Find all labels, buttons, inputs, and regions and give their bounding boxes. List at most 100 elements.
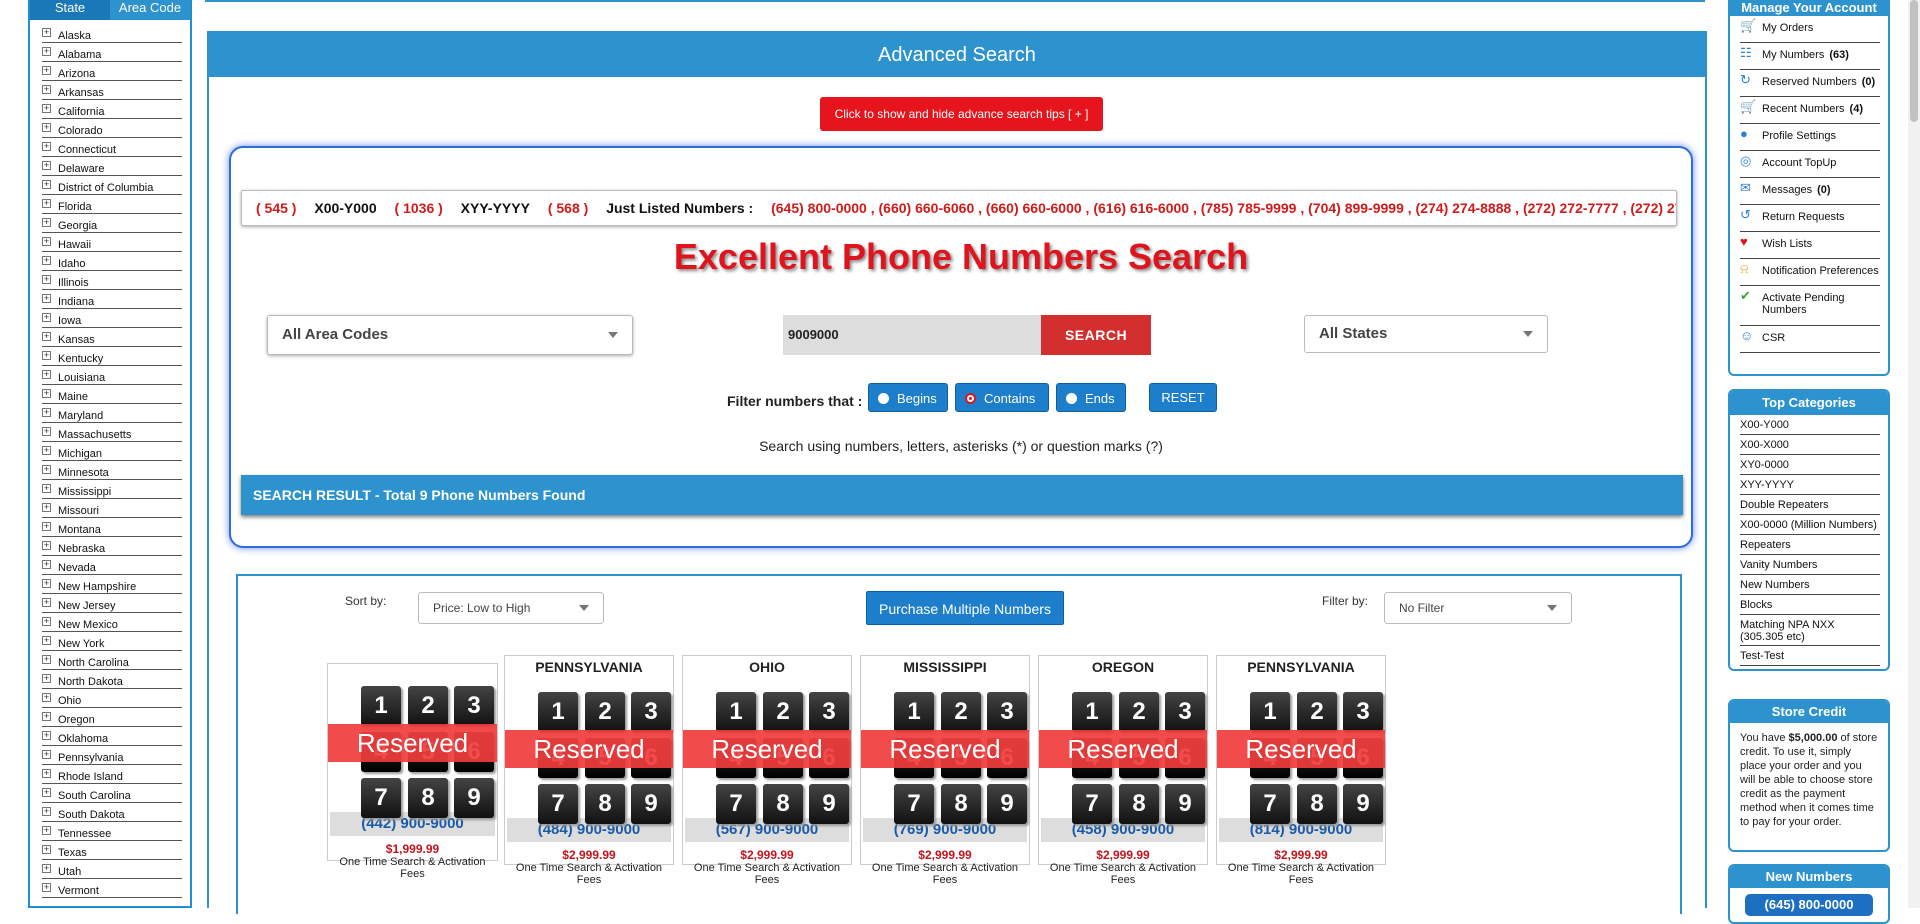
state-item[interactable]: + Mississippi xyxy=(42,480,182,499)
category-item[interactable]: Repeaters xyxy=(1740,535,1880,555)
state-item[interactable]: + Maine xyxy=(42,385,182,404)
expand-plus-icon[interactable]: + xyxy=(42,807,51,816)
state-item[interactable]: + Arizona xyxy=(42,62,182,81)
state-item[interactable]: + North Dakota xyxy=(42,670,182,689)
expand-plus-icon[interactable]: + xyxy=(42,275,51,284)
category-item[interactable]: XY0-0000 xyxy=(1740,455,1880,475)
state-item[interactable]: + Tennessee xyxy=(42,822,182,841)
expand-plus-icon[interactable]: + xyxy=(42,199,51,208)
filter-by-select[interactable]: No Filter xyxy=(1384,592,1572,624)
category-item[interactable]: Blocks xyxy=(1740,595,1880,615)
state-item[interactable]: + District of Columbia xyxy=(42,176,182,195)
expand-plus-icon[interactable]: + xyxy=(42,731,51,740)
account-menu-item[interactable]: ● Profile Settings xyxy=(1740,124,1880,151)
expand-plus-icon[interactable]: + xyxy=(42,826,51,835)
expand-plus-icon[interactable]: + xyxy=(42,484,51,493)
expand-plus-icon[interactable]: + xyxy=(42,104,51,113)
ticker-label-x00-y000[interactable]: X00-Y000 xyxy=(314,200,376,216)
state-item[interactable]: + Nevada xyxy=(42,556,182,575)
account-menu-item[interactable]: 🛒 My Orders xyxy=(1740,16,1880,43)
state-item[interactable]: + Missouri xyxy=(42,499,182,518)
state-item[interactable]: + Texas xyxy=(42,841,182,860)
state-item[interactable]: + Louisiana xyxy=(42,366,182,385)
new-number-link[interactable]: (645) 800-0000 xyxy=(1745,894,1873,916)
account-menu-item[interactable]: ↺ Return Requests xyxy=(1740,205,1880,232)
expand-plus-icon[interactable]: + xyxy=(42,237,51,246)
expand-plus-icon[interactable]: + xyxy=(42,142,51,151)
state-item[interactable]: + Florida xyxy=(42,195,182,214)
category-item[interactable]: X00-0000 (Million Numbers) xyxy=(1740,515,1880,535)
state-select[interactable]: All States xyxy=(1304,315,1548,353)
expand-plus-icon[interactable]: + xyxy=(42,66,51,75)
state-item[interactable]: + Indiana xyxy=(42,290,182,309)
state-item[interactable]: + Georgia xyxy=(42,214,182,233)
expand-plus-icon[interactable]: + xyxy=(42,636,51,645)
expand-plus-icon[interactable]: + xyxy=(42,294,51,303)
expand-plus-icon[interactable]: + xyxy=(42,180,51,189)
state-item[interactable]: + Delaware xyxy=(42,157,182,176)
search-button[interactable]: SEARCH xyxy=(1041,315,1151,355)
filter-begins-radio[interactable]: Begins xyxy=(868,383,948,412)
purchase-multiple-button[interactable]: Purchase Multiple Numbers xyxy=(866,591,1064,625)
expand-plus-icon[interactable]: + xyxy=(42,427,51,436)
expand-plus-icon[interactable]: + xyxy=(42,465,51,474)
state-item[interactable]: + Montana xyxy=(42,518,182,537)
tab-area-code[interactable]: Area Code xyxy=(110,0,190,20)
state-item[interactable]: + Pennsylvania xyxy=(42,746,182,765)
state-item[interactable]: + Utah xyxy=(42,860,182,879)
category-item[interactable]: Matching NPA NXX (305.305 etc) xyxy=(1740,615,1880,646)
expand-plus-icon[interactable]: + xyxy=(42,750,51,759)
state-item[interactable]: + Alabama xyxy=(42,43,182,62)
area-code-select[interactable]: All Area Codes xyxy=(267,315,633,355)
scrollbar-thumb[interactable] xyxy=(1910,0,1918,122)
category-item[interactable]: Double Repeaters xyxy=(1740,495,1880,515)
state-item[interactable]: + South Dakota xyxy=(42,803,182,822)
account-menu-item[interactable]: ✔ Activate Pending Numbers xyxy=(1740,286,1880,326)
state-item[interactable]: + Alaska xyxy=(42,24,182,43)
account-menu-item[interactable]: 🛒 Recent Numbers (4) xyxy=(1740,97,1880,124)
state-item[interactable]: + Oregon xyxy=(42,708,182,727)
category-item[interactable]: Test-Test xyxy=(1740,646,1880,666)
reset-button[interactable]: RESET xyxy=(1149,383,1217,412)
state-item[interactable]: + Vermont xyxy=(42,879,182,898)
expand-plus-icon[interactable]: + xyxy=(42,864,51,873)
number-card[interactable]: PENNSYLVANIA123456789Reserved(484) 900-9… xyxy=(504,655,674,886)
filter-contains-radio[interactable]: Contains xyxy=(955,383,1049,412)
category-item[interactable]: New Numbers xyxy=(1740,575,1880,595)
state-item[interactable]: + California xyxy=(42,100,182,119)
account-menu-item[interactable]: ♥ Wish Lists xyxy=(1740,232,1880,259)
account-menu-item[interactable]: ↻ Reserved Numbers (0) xyxy=(1740,70,1880,97)
state-item[interactable]: + Idaho xyxy=(42,252,182,271)
state-item[interactable]: + Minnesota xyxy=(42,461,182,480)
account-menu-item[interactable]: ⍾ Notification Preferences xyxy=(1740,259,1880,286)
expand-plus-icon[interactable]: + xyxy=(42,522,51,531)
state-item[interactable]: + Connecticut xyxy=(42,138,182,157)
expand-plus-icon[interactable]: + xyxy=(42,788,51,797)
expand-plus-icon[interactable]: + xyxy=(42,712,51,721)
ticker-count-1[interactable]: ( 545 ) xyxy=(256,200,296,216)
state-item[interactable]: + Oklahoma xyxy=(42,727,182,746)
state-item[interactable]: + Michigan xyxy=(42,442,182,461)
expand-plus-icon[interactable]: + xyxy=(42,598,51,607)
number-card[interactable]: PENNSYLVANIA123456789Reserved(814) 900-9… xyxy=(1216,655,1386,886)
expand-plus-icon[interactable]: + xyxy=(42,674,51,683)
state-item[interactable]: + Massachusetts xyxy=(42,423,182,442)
expand-plus-icon[interactable]: + xyxy=(42,503,51,512)
state-item[interactable]: + Illinois xyxy=(42,271,182,290)
state-item[interactable]: + Colorado xyxy=(42,119,182,138)
expand-plus-icon[interactable]: + xyxy=(42,351,51,360)
expand-plus-icon[interactable]: + xyxy=(42,332,51,341)
filter-ends-radio[interactable]: Ends xyxy=(1056,383,1126,412)
expand-plus-icon[interactable]: + xyxy=(42,883,51,892)
expand-plus-icon[interactable]: + xyxy=(42,655,51,664)
expand-plus-icon[interactable]: + xyxy=(42,845,51,854)
state-item[interactable]: + New Hampshire xyxy=(42,575,182,594)
expand-plus-icon[interactable]: + xyxy=(42,541,51,550)
expand-plus-icon[interactable]: + xyxy=(42,161,51,170)
account-menu-item[interactable]: ✉ Messages (0) xyxy=(1740,178,1880,205)
number-card[interactable]: OREGON123456789Reserved(458) 900-9000$2,… xyxy=(1038,655,1208,886)
ticker-label-xyy-yyyy[interactable]: XYY-YYYY xyxy=(461,200,530,216)
state-item[interactable]: + Kentucky xyxy=(42,347,182,366)
state-item[interactable]: + Hawaii xyxy=(42,233,182,252)
number-card[interactable]: MISSISSIPPI123456789Reserved(769) 900-90… xyxy=(860,655,1030,886)
